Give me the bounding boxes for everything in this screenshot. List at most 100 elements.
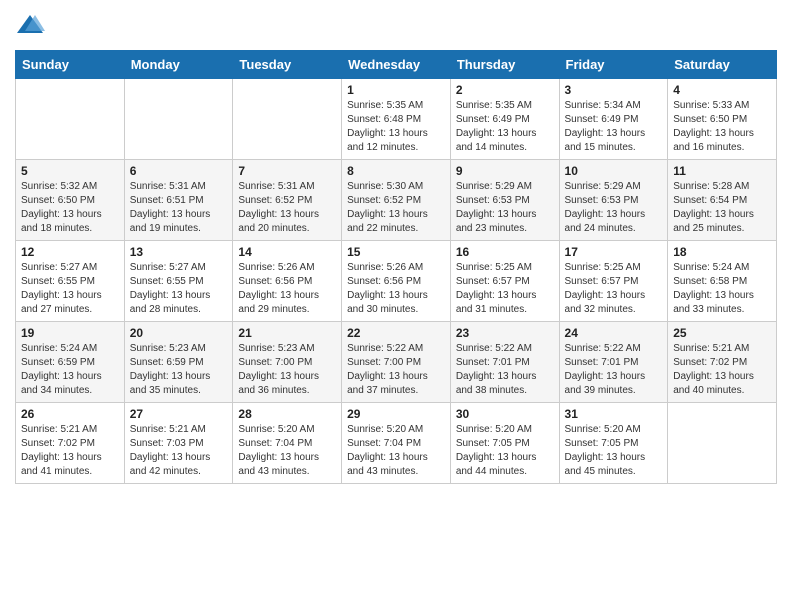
day-number: 17 [565,245,663,259]
calendar-cell [233,79,342,160]
day-number: 20 [130,326,228,340]
day-number: 19 [21,326,119,340]
calendar-cell: 10 Sunrise: 5:29 AM Sunset: 6:53 PM Dayli… [559,160,668,241]
day-info: Sunrise: 5:35 AM Sunset: 6:49 PM Dayligh… [456,99,554,155]
day-number: 31 [565,407,663,421]
day-info: Sunrise: 5:24 AM Sunset: 6:58 PM Dayligh… [673,261,771,317]
calendar-cell: 7Sunrise: 5:31 AM Sunset: 6:52 PM Daylig… [233,160,342,241]
day-number: 22 [347,326,445,340]
calendar-cell: 25 Sunrise: 5:21 AM Sunset: 7:02 PM Dayli… [668,322,777,403]
weekday-header-wednesday: Wednesday [342,51,451,79]
day-number: 14 [238,245,336,259]
calendar-cell: 27 Sunrise: 5:21 AM Sunset: 7:03 PM Dayli… [124,403,233,484]
weekday-header-friday: Friday [559,51,668,79]
day-info: Sunrise: 5:32 AM Sunset: 6:50 PM Dayligh… [21,180,119,236]
day-number: 10 [565,164,663,178]
calendar-cell: 24Sunrise: 5:22 AM Sunset: 7:01 PM Dayli… [559,322,668,403]
day-info: Sunrise: 5:31 AM Sunset: 6:52 PM Dayligh… [238,180,336,236]
calendar-cell: 29 Sunrise: 5:20 AM Sunset: 7:04 PM Dayli… [342,403,451,484]
day-number: 28 [238,407,336,421]
day-number: 12 [21,245,119,259]
weekday-header-monday: Monday [124,51,233,79]
day-number: 9 [456,164,554,178]
calendar-cell: 19Sunrise: 5:24 AM Sunset: 6:59 PM Dayli… [16,322,125,403]
day-number: 27 [130,407,228,421]
day-info: Sunrise: 5:22 AM Sunset: 7:00 PM Dayligh… [347,342,445,398]
day-info: Sunrise: 5:28 AM Sunset: 6:54 PM Dayligh… [673,180,771,236]
calendar-cell: 4 Sunrise: 5:33 AM Sunset: 6:50 PM Daylig… [668,79,777,160]
day-info: Sunrise: 5:20 AM Sunset: 7:04 PM Dayligh… [347,423,445,479]
day-info: Sunrise: 5:33 AM Sunset: 6:50 PM Dayligh… [673,99,771,155]
weekday-header-saturday: Saturday [668,51,777,79]
calendar-cell [668,403,777,484]
day-info: Sunrise: 5:21 AM Sunset: 7:02 PM Dayligh… [21,423,119,479]
calendar-cell: 26 Sunrise: 5:21 AM Sunset: 7:02 PM Dayli… [16,403,125,484]
day-number: 15 [347,245,445,259]
day-number: 5 [21,164,119,178]
day-info: Sunrise: 5:23 AM Sunset: 7:00 PM Dayligh… [238,342,336,398]
calendar-cell: 12 Sunrise: 5:27 AM Sunset: 6:55 PM Dayli… [16,241,125,322]
calendar-cell: 18 Sunrise: 5:24 AM Sunset: 6:58 PM Dayli… [668,241,777,322]
calendar-cell: 1 Sunrise: 5:35 AM Sunset: 6:48 PM Daylig… [342,79,451,160]
calendar-cell: 9 Sunrise: 5:29 AM Sunset: 6:53 PM Daylig… [450,160,559,241]
calendar-cell: 17 Sunrise: 5:25 AM Sunset: 6:57 PM Dayli… [559,241,668,322]
calendar-cell: 30 Sunrise: 5:20 AM Sunset: 7:05 PM Dayli… [450,403,559,484]
day-info: Sunrise: 5:27 AM Sunset: 6:55 PM Dayligh… [130,261,228,317]
calendar-cell: 11Sunrise: 5:28 AM Sunset: 6:54 PM Dayli… [668,160,777,241]
day-number: 4 [673,83,771,97]
day-info: Sunrise: 5:31 AM Sunset: 6:51 PM Dayligh… [130,180,228,236]
day-number: 13 [130,245,228,259]
calendar-cell: 13 Sunrise: 5:27 AM Sunset: 6:55 PM Dayli… [124,241,233,322]
day-info: Sunrise: 5:25 AM Sunset: 6:57 PM Dayligh… [456,261,554,317]
weekday-header-sunday: Sunday [16,51,125,79]
day-info: Sunrise: 5:29 AM Sunset: 6:53 PM Dayligh… [456,180,554,236]
day-number: 2 [456,83,554,97]
calendar-header-row: SundayMondayTuesdayWednesdayThursdayFrid… [16,51,777,79]
calendar-table: SundayMondayTuesdayWednesdayThursdayFrid… [15,50,777,484]
calendar-cell: 20 Sunrise: 5:23 AM Sunset: 6:59 PM Dayli… [124,322,233,403]
day-info: Sunrise: 5:21 AM Sunset: 7:02 PM Dayligh… [673,342,771,398]
calendar-cell: 14 Sunrise: 5:26 AM Sunset: 6:56 PM Dayli… [233,241,342,322]
day-info: Sunrise: 5:26 AM Sunset: 6:56 PM Dayligh… [347,261,445,317]
day-number: 18 [673,245,771,259]
logo [15,15,47,40]
day-info: Sunrise: 5:20 AM Sunset: 7:04 PM Dayligh… [238,423,336,479]
calendar-cell [16,79,125,160]
day-info: Sunrise: 5:22 AM Sunset: 7:01 PM Dayligh… [456,342,554,398]
day-info: Sunrise: 5:27 AM Sunset: 6:55 PM Dayligh… [21,261,119,317]
day-info: Sunrise: 5:29 AM Sunset: 6:53 PM Dayligh… [565,180,663,236]
calendar-week-row: 26 Sunrise: 5:21 AM Sunset: 7:02 PM Dayli… [16,403,777,484]
calendar-cell: 8Sunrise: 5:30 AM Sunset: 6:52 PM Daylig… [342,160,451,241]
page-header [15,15,777,40]
day-info: Sunrise: 5:20 AM Sunset: 7:05 PM Dayligh… [565,423,663,479]
calendar-week-row: 12 Sunrise: 5:27 AM Sunset: 6:55 PM Dayli… [16,241,777,322]
weekday-header-tuesday: Tuesday [233,51,342,79]
calendar-cell: 16Sunrise: 5:25 AM Sunset: 6:57 PM Dayli… [450,241,559,322]
day-number: 25 [673,326,771,340]
weekday-header-thursday: Thursday [450,51,559,79]
day-info: Sunrise: 5:20 AM Sunset: 7:05 PM Dayligh… [456,423,554,479]
calendar-cell: 2 Sunrise: 5:35 AM Sunset: 6:49 PM Daylig… [450,79,559,160]
day-info: Sunrise: 5:21 AM Sunset: 7:03 PM Dayligh… [130,423,228,479]
day-info: Sunrise: 5:22 AM Sunset: 7:01 PM Dayligh… [565,342,663,398]
day-info: Sunrise: 5:30 AM Sunset: 6:52 PM Dayligh… [347,180,445,236]
day-info: Sunrise: 5:35 AM Sunset: 6:48 PM Dayligh… [347,99,445,155]
day-number: 1 [347,83,445,97]
day-info: Sunrise: 5:23 AM Sunset: 6:59 PM Dayligh… [130,342,228,398]
calendar-cell: 21Sunrise: 5:23 AM Sunset: 7:00 PM Dayli… [233,322,342,403]
logo-icon [15,13,45,38]
calendar-cell: 28 Sunrise: 5:20 AM Sunset: 7:04 PM Dayli… [233,403,342,484]
day-number: 26 [21,407,119,421]
day-number: 30 [456,407,554,421]
day-number: 3 [565,83,663,97]
calendar-cell: 23Sunrise: 5:22 AM Sunset: 7:01 PM Dayli… [450,322,559,403]
calendar-cell: 15 Sunrise: 5:26 AM Sunset: 6:56 PM Dayli… [342,241,451,322]
calendar-week-row: 19Sunrise: 5:24 AM Sunset: 6:59 PM Dayli… [16,322,777,403]
day-number: 29 [347,407,445,421]
calendar-cell: 22 Sunrise: 5:22 AM Sunset: 7:00 PM Dayli… [342,322,451,403]
calendar-week-row: 1 Sunrise: 5:35 AM Sunset: 6:48 PM Daylig… [16,79,777,160]
day-info: Sunrise: 5:26 AM Sunset: 6:56 PM Dayligh… [238,261,336,317]
calendar-cell: 5 Sunrise: 5:32 AM Sunset: 6:50 PM Daylig… [16,160,125,241]
day-info: Sunrise: 5:25 AM Sunset: 6:57 PM Dayligh… [565,261,663,317]
calendar-week-row: 5 Sunrise: 5:32 AM Sunset: 6:50 PM Daylig… [16,160,777,241]
